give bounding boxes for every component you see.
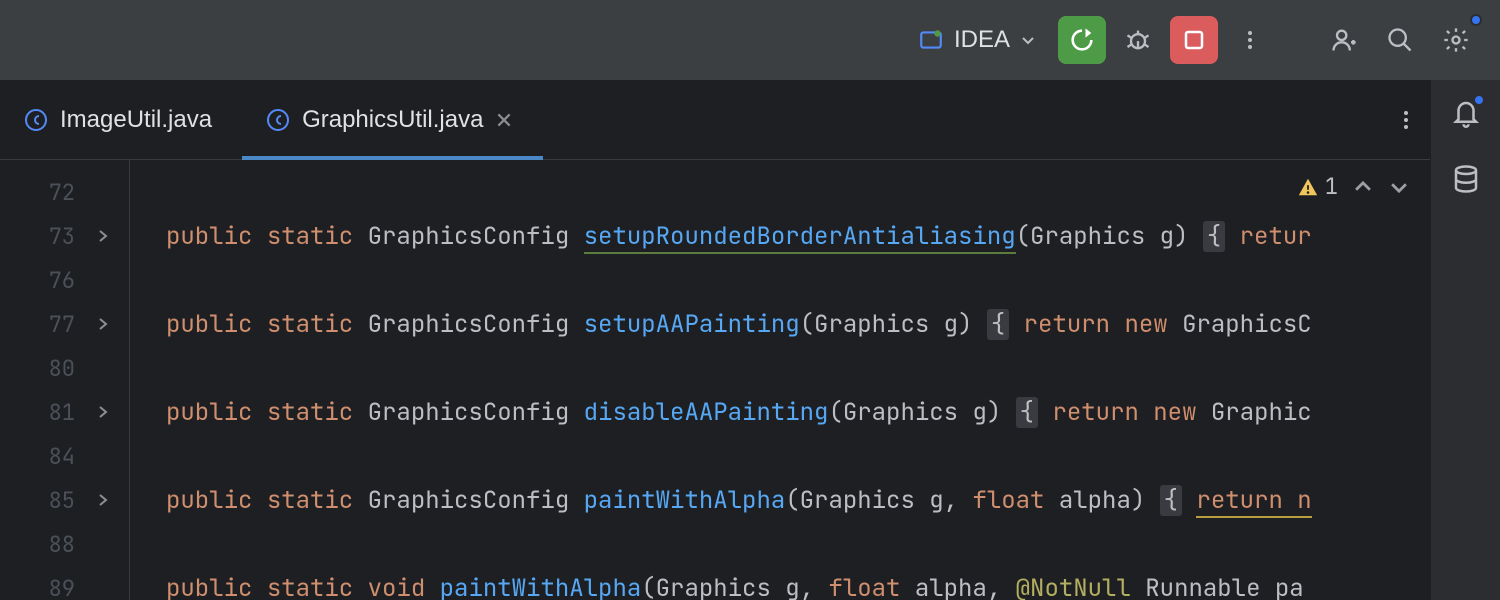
tab-label: GraphicsUtil.java	[302, 106, 483, 134]
run-rerun-icon	[1068, 26, 1096, 54]
tabs-more-button[interactable]	[1382, 80, 1430, 159]
code-line: public static void paintWithAlpha(Graphi…	[130, 566, 1430, 600]
run-config-label: IDEA	[954, 26, 1010, 54]
search-icon	[1386, 26, 1414, 54]
main-toolbar: IDEA	[0, 0, 1500, 80]
run-button[interactable]	[1058, 16, 1106, 64]
tab-graphicsutil[interactable]: GraphicsUtil.java	[242, 80, 543, 159]
stop-icon	[1182, 28, 1206, 52]
gutter-line: 80	[0, 346, 129, 390]
gutter-line: 72	[0, 170, 129, 214]
right-tool-sidebar	[1430, 80, 1500, 600]
application-icon	[918, 27, 944, 53]
more-vertical-icon	[1238, 28, 1262, 52]
gutter-line: 85	[0, 478, 129, 522]
bug-icon	[1124, 26, 1152, 54]
gutter-line: 89	[0, 566, 129, 600]
code-line	[130, 434, 1430, 478]
database-icon	[1451, 164, 1481, 194]
gutter: 72 73 76 77 80 81 84 85 88 89	[0, 160, 130, 600]
database-tool-button[interactable]	[1451, 164, 1481, 194]
stop-button[interactable]	[1170, 16, 1218, 64]
gutter-line: 76	[0, 258, 129, 302]
code-viewport: 1 public static GraphicsConfig setupRoun…	[130, 160, 1430, 600]
warning-indicator[interactable]: 1	[1297, 172, 1338, 201]
debug-button[interactable]	[1114, 16, 1162, 64]
warning-count: 1	[1325, 172, 1338, 201]
gear-icon	[1442, 26, 1470, 54]
gutter-line: 84	[0, 434, 129, 478]
main-content: ImageUtil.java GraphicsUtil.java	[0, 80, 1500, 600]
notification-dot	[1473, 94, 1485, 106]
prev-highlight-icon[interactable]	[1352, 176, 1374, 198]
gutter-line: 88	[0, 522, 129, 566]
fold-expand-icon[interactable]	[95, 316, 111, 332]
fold-expand-icon[interactable]	[95, 404, 111, 420]
settings-update-dot	[1470, 14, 1482, 26]
code-line	[130, 170, 1430, 214]
tab-label: ImageUtil.java	[60, 106, 212, 134]
more-vertical-icon	[1394, 108, 1418, 132]
warning-icon	[1297, 176, 1319, 198]
code-editor[interactable]: 72 73 76 77 80 81 84 85 88 89 1	[0, 160, 1430, 600]
notifications-button[interactable]	[1451, 98, 1481, 128]
close-icon[interactable]	[495, 111, 513, 129]
search-everywhere-button[interactable]	[1376, 16, 1424, 64]
gutter-line: 81	[0, 390, 129, 434]
chevron-down-icon	[1020, 32, 1036, 48]
settings-button[interactable]	[1432, 16, 1480, 64]
code-line	[130, 346, 1430, 390]
editor-tabs: ImageUtil.java GraphicsUtil.java	[0, 80, 1430, 160]
gutter-line: 77	[0, 302, 129, 346]
code-with-me-button[interactable]	[1320, 16, 1368, 64]
tab-imageutil[interactable]: ImageUtil.java	[0, 80, 242, 159]
code-line	[130, 522, 1430, 566]
code-line: public static GraphicsConfig setupAAPain…	[130, 302, 1430, 346]
inspections-widget[interactable]: 1	[1297, 172, 1410, 201]
code-line: public static GraphicsConfig setupRounde…	[130, 214, 1430, 258]
run-config-selector[interactable]: IDEA	[904, 18, 1050, 62]
next-highlight-icon[interactable]	[1388, 176, 1410, 198]
java-class-icon	[24, 108, 48, 132]
editor-column: ImageUtil.java GraphicsUtil.java	[0, 80, 1430, 600]
more-actions-button[interactable]	[1226, 16, 1274, 64]
add-user-icon	[1330, 26, 1358, 54]
fold-expand-icon[interactable]	[95, 228, 111, 244]
fold-expand-icon[interactable]	[95, 492, 111, 508]
code-line: public static GraphicsConfig paintWithAl…	[130, 478, 1430, 522]
java-class-icon	[266, 108, 290, 132]
code-line	[130, 258, 1430, 302]
gutter-line: 73	[0, 214, 129, 258]
code-line: public static GraphicsConfig disableAAPa…	[130, 390, 1430, 434]
